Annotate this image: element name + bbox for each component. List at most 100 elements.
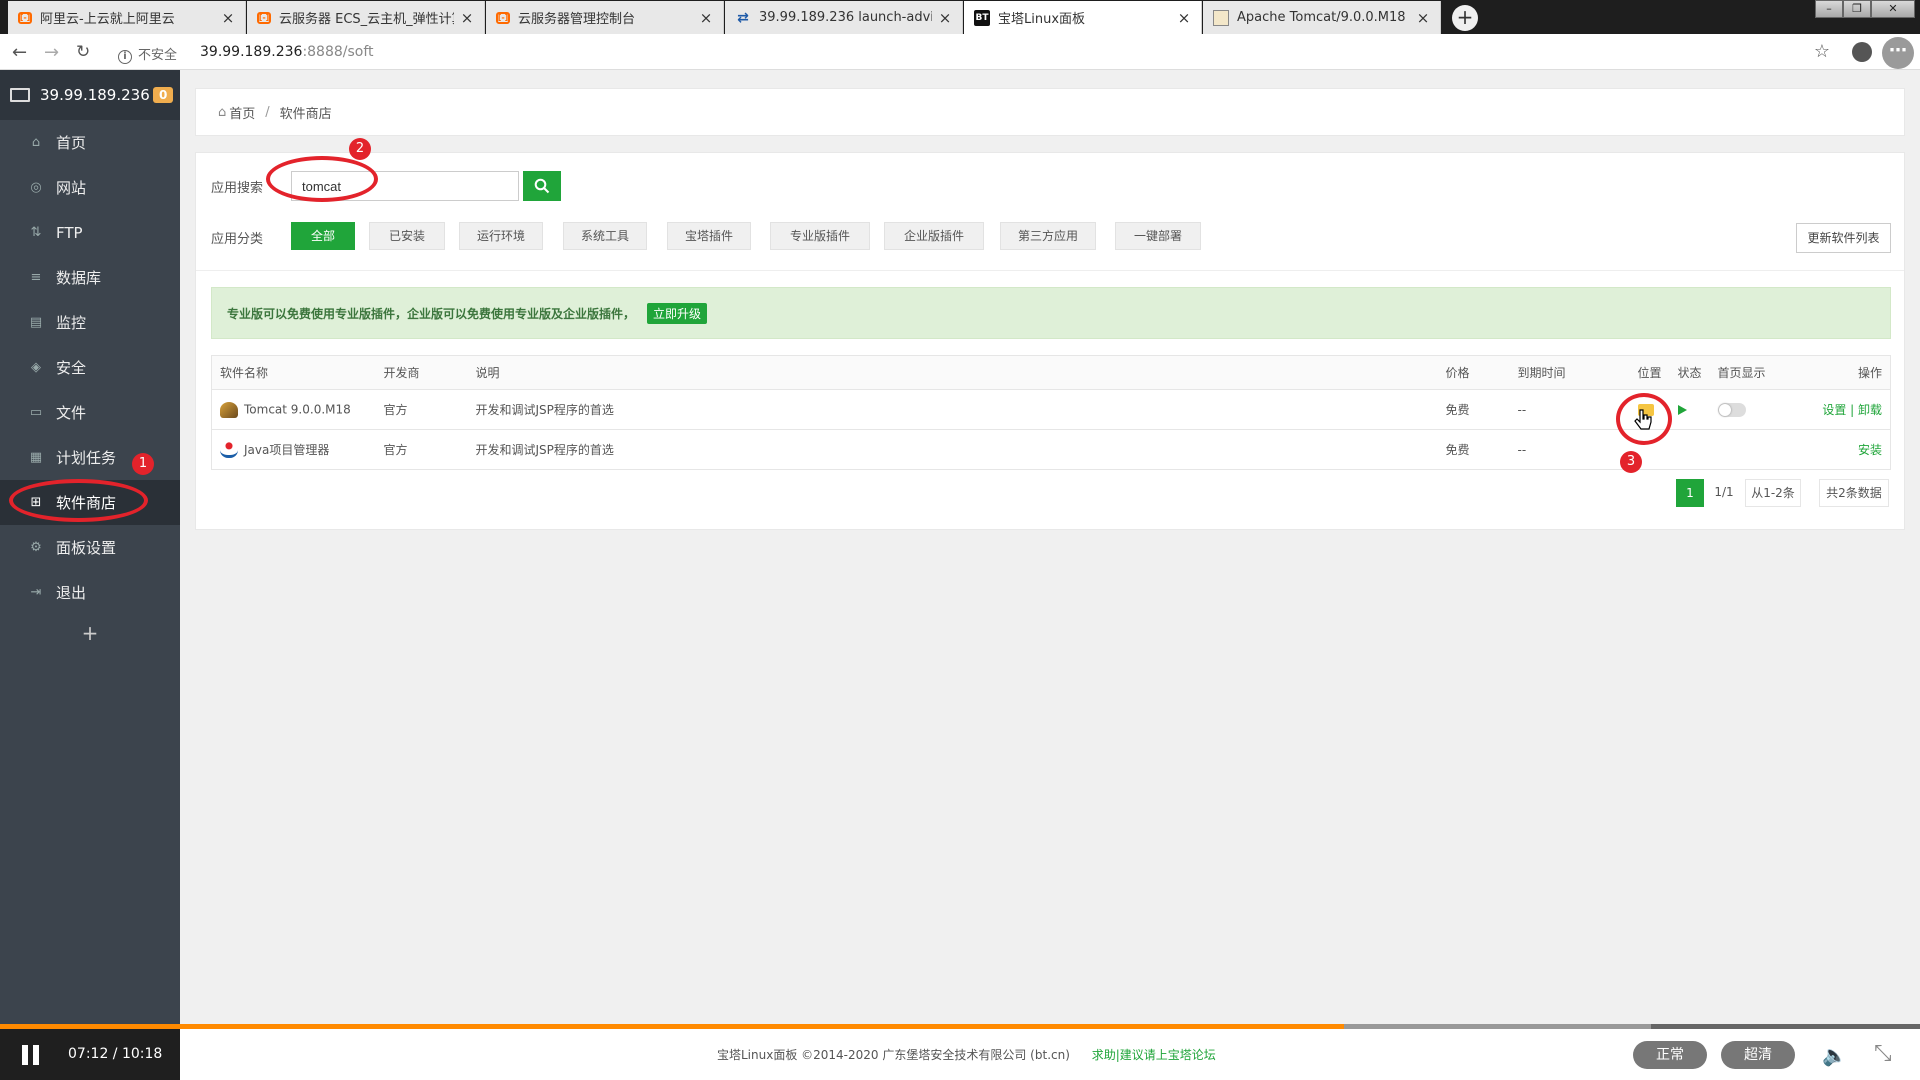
home-icon: ⌂: [31, 135, 41, 150]
sidebar-item-logout[interactable]: ⇥ 退出: [0, 570, 180, 615]
category-runtime[interactable]: 运行环境: [459, 222, 543, 250]
sidebar-item-ftp[interactable]: ⇅ FTP: [0, 210, 180, 255]
category-system-tools[interactable]: 系统工具: [563, 222, 647, 250]
tab-title: 39.99.189.236 launch-advisor-: [759, 10, 932, 25]
add-server-button[interactable]: +: [0, 621, 180, 645]
search-label: 应用搜索: [211, 181, 264, 196]
window-close-button[interactable]: ✕: [1871, 0, 1915, 18]
bookmark-star-icon[interactable]: ☆: [1814, 41, 1830, 62]
column-header: 操作: [1799, 355, 1891, 390]
reload-icon[interactable]: ↻: [76, 42, 90, 62]
sidebar-item-label: 计划任务: [56, 449, 117, 467]
maximize-button[interactable]: ❐: [1843, 0, 1871, 18]
upgrade-button[interactable]: 立即升级: [647, 302, 708, 324]
annotation-number-2: 2: [349, 138, 371, 160]
refresh-list-button[interactable]: 更新软件列表: [1796, 223, 1891, 253]
page-range: 从1-2条: [1745, 479, 1801, 507]
profile-avatar[interactable]: [1852, 42, 1872, 62]
aliyun-icon: [-]: [496, 11, 510, 24]
status-cell: [1669, 429, 1710, 470]
search-icon: [534, 178, 550, 194]
category-all[interactable]: 全部: [291, 222, 355, 250]
chart-icon: ▤: [29, 315, 43, 330]
column-header: 位置: [1629, 355, 1670, 390]
calendar-icon: ▦: [29, 450, 43, 465]
fullscreen-icon[interactable]: ⤡: [1874, 1041, 1892, 1066]
install-link[interactable]: 安装: [1799, 429, 1891, 470]
tab-bt-panel[interactable]: BT 宝塔Linux面板 ×: [964, 1, 1202, 34]
breadcrumb-home[interactable]: 首页: [229, 103, 255, 122]
close-icon[interactable]: ×: [460, 9, 474, 27]
category-third-party[interactable]: 第三方应用: [1000, 222, 1096, 250]
category-enterprise-plugins[interactable]: 企业版插件: [884, 222, 984, 250]
tab-ecs[interactable]: [-] 云服务器 ECS_云主机_弹性计算_ ×: [247, 1, 485, 34]
sidebar-item-files[interactable]: ▭ 文件: [0, 390, 180, 435]
software-name: Java项目管理器: [244, 442, 330, 457]
sidebar-item-cron[interactable]: ▦ 计划任务: [0, 435, 180, 480]
sidebar-item-home[interactable]: ⌂ 首页: [0, 120, 180, 165]
aliyun-icon: [-]: [18, 11, 32, 24]
category-installed[interactable]: 已安装: [369, 222, 445, 250]
homepage-toggle[interactable]: [1717, 402, 1746, 417]
java-icon: [220, 442, 238, 459]
tab-console[interactable]: [-] 云服务器管理控制台 ×: [486, 1, 724, 34]
aliyun-icon: [-]: [257, 11, 271, 24]
sidebar-item-website[interactable]: ◎ 网站: [0, 165, 180, 210]
row-actions[interactable]: 设置 | 卸载: [1799, 389, 1891, 430]
logout-icon: ⇥: [30, 585, 42, 600]
image-icon: [1213, 9, 1229, 26]
sidebar-item-label: 面板设置: [56, 539, 117, 557]
tomcat-icon: [220, 401, 238, 418]
column-header: 说明: [467, 355, 1438, 390]
sidebar-item-label: FTP: [56, 223, 83, 242]
page-count: 1/1: [1706, 479, 1742, 507]
breadcrumb-current: 软件商店: [279, 106, 332, 122]
tab-aliyun-home[interactable]: [-] 阿里云-上云就上阿里云 ×: [8, 1, 246, 34]
category-one-click-deploy[interactable]: 一键部署: [1115, 222, 1201, 250]
insecure-label: 不安全: [138, 48, 178, 63]
sidebar-item-database[interactable]: ≡ 数据库: [0, 255, 180, 300]
sidebar-item-label: 退出: [56, 584, 87, 602]
play-icon[interactable]: [1677, 405, 1687, 415]
bt-icon: BT: [974, 9, 990, 26]
close-icon[interactable]: ×: [699, 9, 713, 27]
developer-cell: 官方: [375, 429, 468, 470]
page-current[interactable]: 1: [1676, 479, 1704, 507]
playback-speed-button[interactable]: 正常: [1633, 1041, 1707, 1069]
close-icon[interactable]: ×: [1177, 9, 1191, 27]
url-field[interactable]: 39.99.189.236:8888/soft: [200, 44, 374, 60]
message-badge[interactable]: 0: [153, 87, 174, 103]
sidebar: 39.99.189.236 0 ⌂ 首页 ◎ 网站 ⇅ FTP ≡ 数据库 ▤ 监控 ◈ 安…: [0, 70, 180, 1024]
forward-icon[interactable]: →: [44, 42, 59, 63]
close-icon[interactable]: ×: [938, 9, 952, 27]
sidebar-item-monitor[interactable]: ▤ 监控: [0, 300, 180, 345]
quality-button[interactable]: 超清: [1721, 1041, 1795, 1069]
pause-icon[interactable]: [22, 1045, 42, 1065]
tab-title: 阿里云-上云就上阿里云: [40, 12, 175, 27]
category-label: 应用分类: [211, 232, 264, 247]
sidebar-item-settings[interactable]: ⚙ 面板设置: [0, 525, 180, 570]
column-header: 到期时间: [1509, 355, 1630, 390]
category-pro-plugins[interactable]: 专业版插件: [770, 222, 870, 250]
footer-forum-link[interactable]: 求助|建议请上宝塔论坛: [1092, 1048, 1216, 1062]
new-tab-button[interactable]: +: [1452, 5, 1478, 31]
tab-tomcat[interactable]: Apache Tomcat/9.0.0.M18 ×: [1203, 1, 1441, 34]
remote-icon: ⇄: [737, 9, 749, 26]
more-menu-icon[interactable]: ⋯: [1882, 37, 1914, 69]
minimize-button[interactable]: –: [1815, 0, 1843, 18]
column-header: 开发商: [375, 355, 468, 390]
tab-launch-advisor[interactable]: ⇄ 39.99.189.236 launch-advisor- ×: [725, 1, 963, 34]
description-cell: 开发和调试JSP程序的首选: [467, 389, 1438, 430]
close-icon[interactable]: ×: [221, 9, 235, 27]
close-icon[interactable]: ×: [1416, 9, 1430, 27]
back-icon[interactable]: ←: [12, 42, 27, 63]
search-button[interactable]: [523, 171, 561, 201]
column-header: 软件名称: [211, 355, 376, 390]
software-name-cell: Java项目管理器: [211, 429, 376, 470]
annotation-number-1: 1: [132, 453, 154, 475]
volume-icon[interactable]: 🔈: [1822, 1043, 1847, 1067]
category-bt-plugins[interactable]: 宝塔插件: [667, 222, 751, 250]
sidebar-item-security[interactable]: ◈ 安全: [0, 345, 180, 390]
sidebar-item-label: 首页: [56, 134, 87, 152]
security-indicator[interactable]: i 不安全: [118, 44, 177, 64]
